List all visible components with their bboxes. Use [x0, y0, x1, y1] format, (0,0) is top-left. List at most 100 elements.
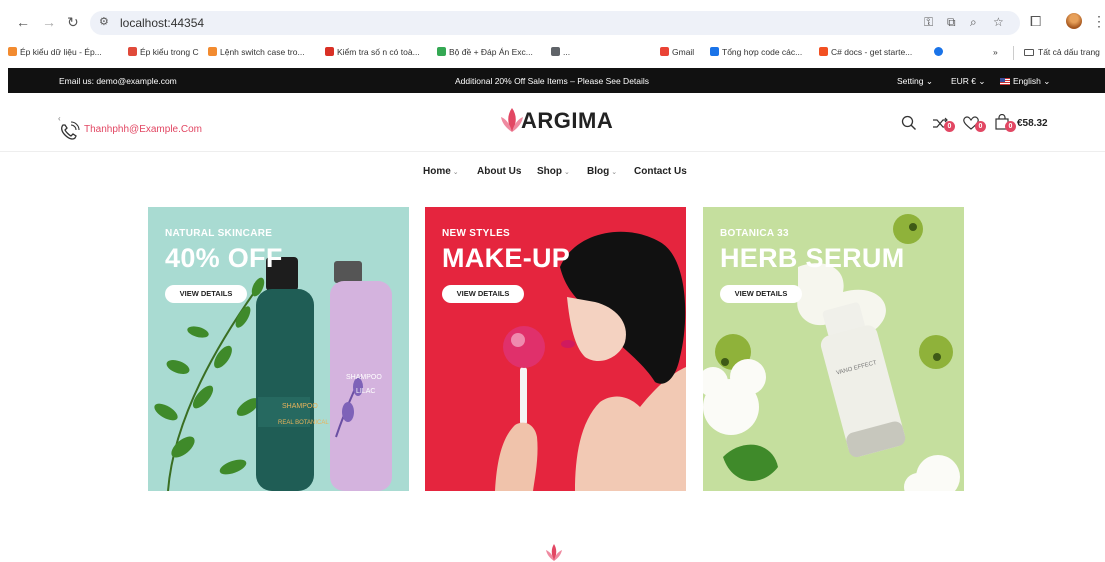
extensions-icon[interactable]: ⧠ [1030, 13, 1041, 30]
site-logo[interactable]: ARGIMA [500, 106, 613, 136]
bookmark-item[interactable]: Tổng hợp code các... [710, 47, 802, 57]
header-email-link[interactable]: Thanhphh@Example.Com [84, 124, 202, 135]
bookmark-favicon-icon [8, 47, 17, 56]
all-bookmarks-button[interactable]: Tất cả dấu trang [1024, 47, 1100, 57]
bookmark-label: Tổng hợp code các... [722, 47, 803, 57]
bookmark-favicon-icon [660, 47, 669, 56]
bookmark-item[interactable]: Ép kiểu dữ liệu - Ép... [8, 47, 102, 57]
bookmark-favicon-icon [819, 47, 828, 56]
view-details-button[interactable]: VIEW DETAILS [720, 285, 802, 303]
setting-label: Setting [897, 76, 924, 86]
view-details-button[interactable]: VIEW DETAILS [442, 285, 524, 303]
bookmark-item[interactable]: Ép kiểu trong C [128, 47, 199, 57]
address-bar[interactable] [90, 11, 1020, 35]
currency-label: EUR € [951, 76, 977, 86]
bookmark-favicon-icon [128, 47, 137, 56]
topbar-sale-text[interactable]: Additional 20% Off Sale Items – Please S… [455, 76, 649, 86]
nav-item-shop[interactable]: Shop ⌄ [537, 166, 570, 177]
bottle1-label: SHAMPOO [282, 403, 318, 410]
bookmark-item[interactable]: Bộ đề + Đáp Án Exc... [437, 47, 533, 57]
banner-kicker: NATURAL SKINCARE [165, 228, 273, 239]
banner-title: HERB SERUM [720, 243, 905, 273]
nav-item-home[interactable]: Home ⌄ [423, 166, 459, 177]
bookmark-label: C# docs - get starte... [831, 47, 913, 57]
nav-item-label: Contact Us [634, 166, 687, 177]
bookmark-label: Ép kiểu trong C [140, 47, 199, 57]
nav-item-label: Blog [587, 166, 610, 177]
view-details-button[interactable]: VIEW DETAILS [165, 285, 247, 303]
banner-kicker: BOTANICA 33 [720, 228, 789, 239]
bookmark-label: Lệnh switch case tro... [220, 47, 305, 57]
bookmark-favicon-icon[interactable] [934, 47, 946, 57]
translate-icon[interactable]: ⧉ [947, 15, 956, 30]
nav-item-label: Shop [537, 166, 562, 177]
password-key-icon[interactable]: ⚿ [924, 15, 933, 30]
all-bookmarks-label: Tất cả dấu trang [1038, 47, 1100, 57]
nav-item-label: About Us [477, 166, 522, 177]
setting-dropdown[interactable]: Setting ⌄ [897, 76, 933, 87]
currency-dropdown[interactable]: EUR € ⌄ [951, 76, 986, 87]
bookmark-label: Bộ đề + Đáp Án Exc... [449, 47, 533, 57]
banner-title: MAKE-UP [442, 243, 571, 273]
compare-count-badge: 0 [944, 121, 955, 132]
back-icon[interactable]: ← [16, 14, 30, 30]
bottle2-sublabel: LILAC [356, 388, 375, 395]
bookmark-favicon-icon [437, 47, 446, 56]
top-announcement-bar: Email us: demo@example.com Additional 20… [8, 68, 1105, 93]
bookmark-label: ... [563, 47, 571, 57]
chevron-down-icon: ⌄ [452, 169, 459, 176]
banner-new-styles[interactable]: NEW STYLES MAKE-UP VIEW DETAILS [425, 207, 686, 491]
chevron-down-icon: ⌄ [564, 169, 570, 176]
browser-window: ← → ↻ ⚙ localhost:44354 ⚿ ⧉ ⌕ ☆ ⧠ ⋮ Ép k… [0, 0, 1105, 562]
bookmark-favicon-icon [325, 47, 334, 56]
bookmark-favicon-icon [710, 47, 719, 56]
search-icon[interactable] [901, 115, 917, 131]
language-dropdown[interactable]: English ⌄ [1000, 76, 1050, 87]
nav-item-contact-us[interactable]: Contact Us [634, 166, 687, 177]
bookmark-item[interactable]: Gmail [660, 47, 694, 57]
reload-icon[interactable]: ↻ [67, 14, 79, 30]
chevron-down-icon: ⌄ [1043, 76, 1051, 86]
profile-avatar[interactable] [1066, 13, 1082, 29]
banner-kicker: NEW STYLES [442, 228, 511, 239]
bookmark-label: Gmail [672, 47, 695, 57]
flag-icon [1000, 78, 1010, 85]
chevron-down-icon: ⌄ [925, 76, 933, 86]
phone-icon [61, 121, 80, 140]
wishlist-count-badge: 0 [975, 121, 986, 132]
bookmark-item[interactable]: C# docs - get starte... [819, 47, 912, 57]
banner-title: 40% OFF [165, 243, 283, 273]
bookmark-favicon-icon [208, 47, 217, 56]
menu-kebab-icon[interactable]: ⋮ [1092, 13, 1105, 30]
bookmark-star-icon[interactable]: ☆ [993, 15, 1004, 29]
banner-natural-skincare[interactable]: SHAMPOO REAL BOTANICAL SHAMPOO LILAC NAT… [148, 207, 409, 491]
bookmark-item[interactable]: Kiểm tra số n có toà... [325, 47, 420, 57]
chevron-down-icon: ⌄ [978, 76, 986, 86]
bookmarks-divider [1013, 46, 1014, 60]
language-label: English [1013, 76, 1041, 86]
topbar-email: Email us: demo@example.com [59, 76, 177, 86]
url-text[interactable]: localhost:44354 [120, 16, 204, 30]
bookmark-item[interactable]: Lệnh switch case tro... [208, 47, 305, 57]
logo-text: ARGIMA [521, 108, 614, 133]
lotus-logo-icon [546, 544, 562, 561]
nav-item-blog[interactable]: Blog ⌄ [587, 166, 617, 177]
nav-item-about-us[interactable]: About Us [477, 166, 521, 177]
facebook-icon [934, 47, 943, 56]
bottle2-label: SHAMPOO [346, 374, 382, 381]
bookmark-favicon-icon [551, 47, 560, 56]
bookmark-label: Kiểm tra số n có toà... [337, 47, 420, 57]
bookmark-label: Ép kiểu dữ liệu - Ép... [20, 47, 102, 57]
site-info-icon[interactable]: ⚙ [99, 15, 109, 28]
zoom-icon[interactable]: ⌕ [970, 15, 977, 30]
cart-total[interactable]: €58.32 [1017, 118, 1048, 129]
cart-count-badge: 0 [1005, 121, 1016, 132]
banner-botanica-33[interactable]: VANO EFFECT BOTANICA 33 HERB SERUM VIEW … [703, 207, 964, 491]
folder-icon [1024, 49, 1034, 56]
forward-icon[interactable]: → [42, 14, 56, 30]
nav-item-label: Home [423, 166, 451, 177]
bottle1-sublabel: REAL BOTANICAL [278, 420, 329, 426]
more-bookmarks-button[interactable]: » [993, 47, 998, 57]
bookmark-item[interactable]: ... [551, 47, 570, 57]
chevron-down-icon: ⌄ [611, 169, 618, 176]
